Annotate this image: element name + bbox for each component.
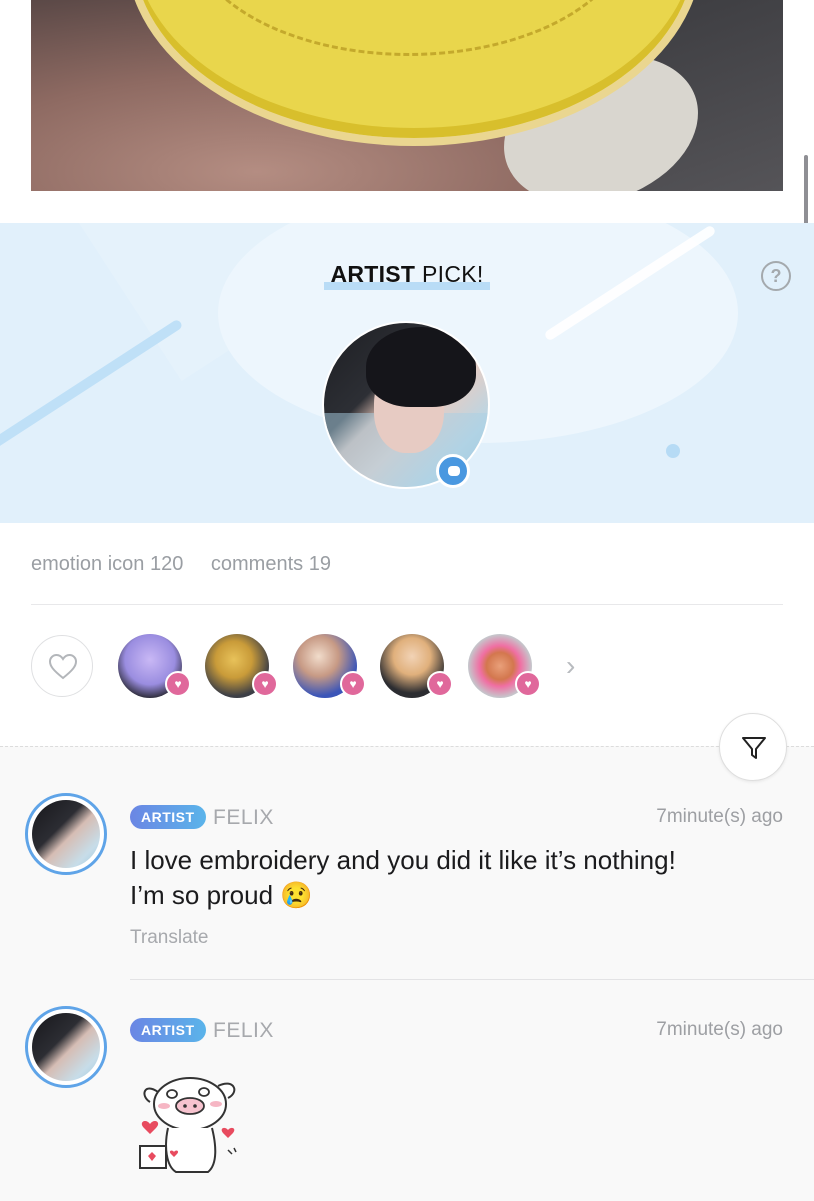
- chevron-right-icon[interactable]: ›: [566, 650, 575, 682]
- filter-icon: [742, 737, 766, 759]
- chat-bubble-icon: [436, 454, 470, 488]
- reactor-avatar[interactable]: ♥: [118, 634, 191, 698]
- comment-text: I love embroidery and you did it like it…: [130, 845, 676, 910]
- commenter-avatar[interactable]: [25, 793, 107, 875]
- heart-badge-icon: ♥: [252, 671, 278, 697]
- heart-badge-icon: ♥: [340, 671, 366, 697]
- comment-time: 7minute(s) ago: [656, 806, 783, 827]
- pig-sticker: [139, 1077, 237, 1173]
- comment-time: 7minute(s) ago: [656, 1019, 783, 1040]
- artist-badge: ARTIST: [130, 805, 206, 829]
- reactor-avatar[interactable]: ♥: [468, 634, 541, 698]
- post-stats: emotion icon 120 comments 19: [31, 553, 353, 576]
- commenter-avatar[interactable]: [25, 1006, 107, 1088]
- divider: [31, 604, 783, 605]
- artist-pick-banner: ARTIST PICK! ?: [0, 223, 814, 523]
- help-icon[interactable]: ?: [761, 261, 791, 291]
- commenter-name[interactable]: FELIX: [213, 806, 274, 830]
- reactor-avatar[interactable]: ♥: [205, 634, 278, 698]
- commenter-name[interactable]: FELIX: [213, 1019, 274, 1043]
- heart-outline-icon: [49, 654, 77, 680]
- heart-badge-icon: ♥: [515, 671, 541, 697]
- artist-badge: ARTIST: [130, 1018, 206, 1042]
- translate-link[interactable]: Translate: [130, 927, 209, 949]
- post-image[interactable]: [31, 0, 783, 191]
- emotion-count[interactable]: emotion icon 120: [31, 553, 183, 575]
- comment-count[interactable]: comments 19: [211, 553, 331, 575]
- reactor-avatar[interactable]: ♥: [293, 634, 366, 698]
- reactor-avatar[interactable]: ♥: [380, 634, 453, 698]
- heart-badge-icon: ♥: [165, 671, 191, 697]
- divider: [130, 979, 814, 980]
- like-button[interactable]: [31, 635, 93, 697]
- artist-pick-title: ARTIST PICK!: [0, 261, 814, 290]
- heart-badge-icon: ♥: [427, 671, 453, 697]
- filter-button[interactable]: [719, 713, 787, 781]
